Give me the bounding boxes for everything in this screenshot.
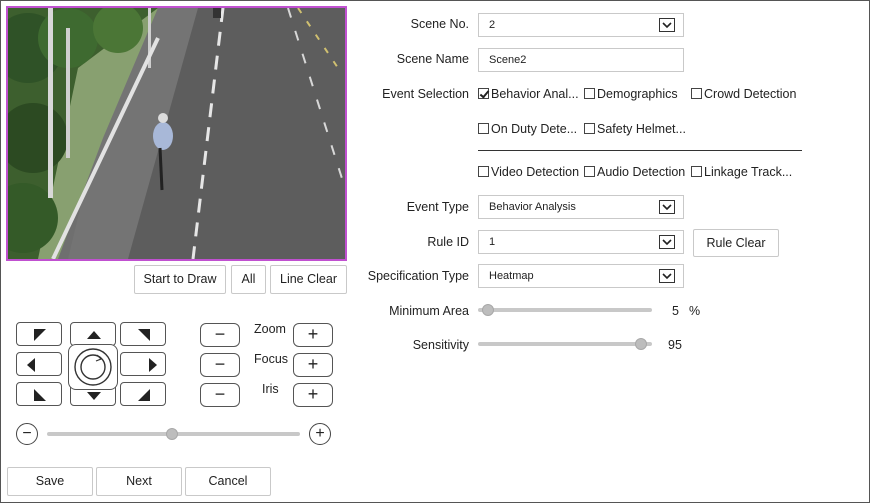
next-button[interactable]: Next [96, 467, 182, 496]
iris-open-button[interactable]: + [293, 383, 333, 407]
save-button[interactable]: Save [7, 467, 93, 496]
checkbox [584, 123, 595, 134]
auto-rotate-icon [74, 348, 112, 386]
event-option-demographics[interactable]: Demographics [584, 87, 678, 101]
focus-far-button[interactable]: + [293, 353, 333, 377]
rule-id-value: 1 [489, 236, 496, 248]
event-selection-label: Event Selection [382, 87, 469, 101]
speed-slider-thumb[interactable] [166, 428, 178, 440]
zoom-out-button[interactable]: − [200, 323, 240, 347]
focus-label: Focus [254, 352, 289, 366]
arrow-down-left-icon [34, 389, 46, 401]
checkbox [478, 123, 489, 134]
focus-near-button[interactable]: − [200, 353, 240, 377]
scene-no-select[interactable]: 2 [478, 13, 684, 37]
zoom-in-button[interactable]: + [293, 323, 333, 347]
iris-label: Iris [262, 382, 279, 396]
minimum-area-unit: % [689, 304, 701, 318]
chevron-down-icon [659, 18, 675, 32]
arrow-up-left-icon [34, 329, 46, 341]
sensitivity-value: 95 [668, 338, 682, 352]
speed-decrease-button[interactable]: − [16, 423, 38, 445]
scene-name-input[interactable]: Scene2 [478, 48, 684, 72]
checkbox [584, 166, 595, 177]
ptz-left-button[interactable] [16, 352, 62, 376]
ptz-down-right-button[interactable] [120, 382, 166, 406]
scene-no-value: 2 [489, 19, 496, 31]
chevron-down-icon [659, 200, 675, 214]
ptz-right-button[interactable] [120, 352, 166, 376]
rule-id-select[interactable]: 1 [478, 230, 684, 254]
ptz-center-button[interactable] [68, 344, 118, 390]
minimum-area-slider-thumb[interactable] [482, 304, 494, 316]
event-option-crowd-detection[interactable]: Crowd Detection [691, 87, 796, 101]
arrow-down-right-icon [138, 389, 150, 401]
event-type-select[interactable]: Behavior Analysis [478, 195, 684, 219]
ptz-up-right-button[interactable] [120, 322, 166, 346]
minimum-area-slider-track[interactable] [478, 308, 652, 312]
arrow-up-right-icon [138, 329, 150, 341]
rule-id-label: Rule ID [427, 235, 469, 249]
ptz-down-left-button[interactable] [16, 382, 62, 406]
sensitivity-slider-thumb[interactable] [635, 338, 647, 350]
sensitivity-slider-track[interactable] [478, 342, 652, 346]
rule-clear-button[interactable]: Rule Clear [693, 229, 779, 257]
event-option-linkage-tracking[interactable]: Linkage Track... [691, 165, 792, 179]
ptz-up-button[interactable] [70, 322, 116, 346]
arrow-right-icon [149, 358, 157, 372]
cancel-button[interactable]: Cancel [185, 467, 271, 496]
chevron-down-icon [659, 269, 675, 283]
specification-type-value: Heatmap [489, 270, 534, 282]
checkbox [478, 166, 489, 177]
checkbox [691, 88, 702, 99]
event-option-on-duty-detection[interactable]: On Duty Dete... [478, 122, 577, 136]
checkbox [691, 166, 702, 177]
zoom-label: Zoom [254, 322, 286, 336]
scene-no-label: Scene No. [410, 17, 469, 31]
divider [478, 150, 802, 151]
checkbox [584, 88, 595, 99]
iris-close-button[interactable]: − [200, 383, 240, 407]
minimum-area-value: 5 [672, 304, 679, 318]
speed-increase-button[interactable]: + [309, 423, 331, 445]
event-option-behavior-analysis[interactable]: Behavior Anal... [478, 87, 579, 101]
event-type-label: Event Type [406, 200, 469, 214]
event-option-video-detection[interactable]: Video Detection [478, 165, 579, 179]
chevron-down-icon [659, 235, 675, 249]
start-to-draw-button[interactable]: Start to Draw [134, 265, 226, 294]
event-type-value: Behavior Analysis [489, 201, 576, 213]
ptz-up-left-button[interactable] [16, 322, 62, 346]
all-button[interactable]: All [231, 265, 266, 294]
scene-name-label: Scene Name [396, 52, 469, 66]
video-preview[interactable] [6, 6, 347, 261]
camera-scene [8, 8, 345, 259]
specification-type-label: Specification Type [367, 269, 469, 283]
minimum-area-label: Minimum Area [389, 304, 469, 318]
event-option-safety-helmet[interactable]: Safety Helmet... [584, 122, 686, 136]
arrow-left-icon [27, 358, 35, 372]
sensitivity-label: Sensitivity [412, 338, 469, 352]
event-option-audio-detection[interactable]: Audio Detection [584, 165, 685, 179]
specification-type-select[interactable]: Heatmap [478, 264, 684, 288]
checkbox-checked [478, 88, 489, 99]
